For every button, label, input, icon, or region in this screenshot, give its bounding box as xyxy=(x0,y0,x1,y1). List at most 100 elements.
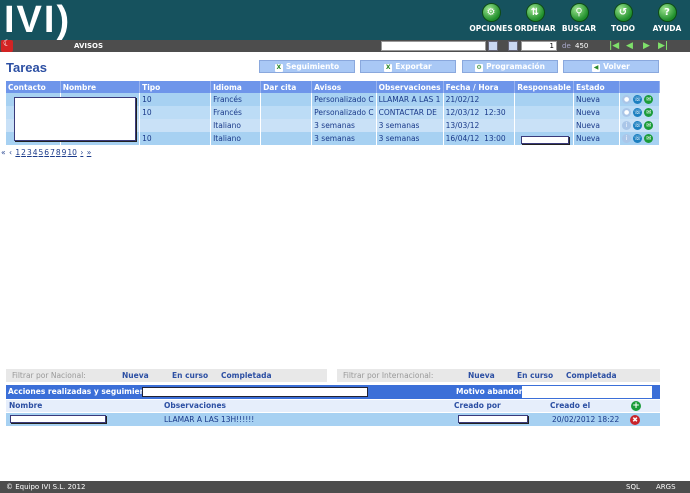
pager-page-8[interactable]: 8 xyxy=(56,148,61,157)
pager-last[interactable]: » xyxy=(87,148,92,157)
col-observaciones[interactable]: Observaciones xyxy=(376,81,444,93)
table-header-row: Contacto Nombre Tipo Idioma Dar cita Avi… xyxy=(6,81,660,93)
exportar-button[interactable]: X Exportar xyxy=(360,60,456,73)
cell-observaciones: 3 semanas xyxy=(376,132,444,145)
cell-actions: ● ☏ ✉ xyxy=(619,93,660,106)
first-page-icon[interactable]: |◀ xyxy=(609,41,621,51)
email-icon[interactable]: ✉ xyxy=(644,95,654,104)
nav-buscar-button[interactable]: ⚲ BUSCAR xyxy=(560,3,598,33)
filter-internacional-en-curso[interactable]: En curso xyxy=(517,369,553,382)
last-page-icon[interactable]: ▶| xyxy=(658,41,670,51)
pager-page-1[interactable]: 1 xyxy=(15,148,20,157)
next-page-icon[interactable]: ▶ xyxy=(643,41,655,51)
nav-opciones-button[interactable]: ⚙ OPCIONES xyxy=(469,3,513,33)
prev-page-icon[interactable]: ◀ xyxy=(626,41,638,51)
acciones-row[interactable]: LLAMAR A LAS 13H!!!!!! 20/02/2012 18:22 … xyxy=(6,413,660,426)
email-icon[interactable]: ✉ xyxy=(644,134,654,143)
info-icon[interactable]: ● xyxy=(622,108,632,117)
cell-observaciones: CONTACTAR DE xyxy=(376,106,444,119)
phone-icon[interactable]: ☏ xyxy=(633,108,643,117)
total-count: 450 xyxy=(575,42,589,50)
pager-page-6[interactable]: 6 xyxy=(44,148,49,157)
search-input[interactable] xyxy=(381,41,486,51)
cell-responsable xyxy=(514,93,574,106)
calendar-icon[interactable] xyxy=(508,41,518,51)
col-nombre[interactable]: Nombre xyxy=(60,81,141,93)
pager-page-5[interactable]: 5 xyxy=(39,148,44,157)
motivo-label: Motivo abandono xyxy=(456,387,530,396)
pager-page-10[interactable]: 10 xyxy=(67,148,77,157)
col-fecha-hora[interactable]: Fecha / Hora xyxy=(443,81,516,93)
cell-avisos: 3 semanas xyxy=(311,132,377,145)
programacion-button[interactable]: ⚙ Programación xyxy=(462,60,558,73)
filter-internacional: Filtrar por Internacional: Nueva En curs… xyxy=(337,369,660,382)
page-input[interactable]: 1 xyxy=(521,41,557,51)
filter-internacional-nueva[interactable]: Nueva xyxy=(468,369,495,382)
col-responsable[interactable]: Responsable xyxy=(514,81,574,93)
email-icon[interactable]: ✉ xyxy=(644,108,654,117)
cell-dar-cita xyxy=(260,132,313,145)
nav-ordenar-button[interactable]: ⇅ ORDENAR xyxy=(514,3,556,33)
cell-actions: i ☏ ✉ xyxy=(619,132,660,145)
filter-nacional-en-curso[interactable]: En curso xyxy=(172,369,208,382)
col-dar-cita[interactable]: Dar cita xyxy=(260,81,313,93)
col-avisos[interactable]: Avisos xyxy=(311,81,377,93)
pager-page-9[interactable]: 9 xyxy=(62,148,67,157)
col-contacto[interactable]: Contacto xyxy=(6,81,61,93)
pager-page-2[interactable]: 2 xyxy=(21,148,26,157)
cell-estado: Nueva xyxy=(573,106,621,119)
search-go-icon[interactable] xyxy=(488,41,498,51)
phone-icon[interactable]: ☏ xyxy=(633,95,643,104)
volver-button[interactable]: ◀ Volver xyxy=(563,60,659,73)
cell-estado: Nueva xyxy=(573,132,621,145)
phone-icon[interactable]: ☏ xyxy=(633,121,643,130)
pager-page-3[interactable]: 3 xyxy=(27,148,32,157)
pager-page-4[interactable]: 4 xyxy=(33,148,38,157)
add-icon[interactable]: + xyxy=(631,401,641,411)
motivo-field[interactable] xyxy=(522,386,652,398)
help-icon: ? xyxy=(657,3,677,22)
cell-idioma: Francés xyxy=(210,106,262,119)
phone-icon[interactable]: ☏ xyxy=(633,134,643,143)
col-estado[interactable]: Estado xyxy=(573,81,621,93)
info-icon[interactable]: ● xyxy=(622,95,632,104)
col-idioma[interactable]: Idioma xyxy=(210,81,262,93)
info-icon[interactable]: i xyxy=(622,134,632,143)
cell-tipo: 10 xyxy=(139,132,212,145)
flag-icon[interactable] xyxy=(1,39,13,52)
sort-icon: ⇅ xyxy=(525,3,545,22)
info-icon[interactable]: i xyxy=(622,121,632,130)
pager-first[interactable]: « xyxy=(1,148,6,157)
filter-nacional-nueva[interactable]: Nueva xyxy=(122,369,149,382)
seguimiento-button[interactable]: X Seguimiento xyxy=(259,60,355,73)
pager-prev[interactable]: ‹ xyxy=(9,148,12,157)
nav-todo-button[interactable]: ↺ TODO xyxy=(604,3,642,33)
col-tipo[interactable]: Tipo xyxy=(139,81,212,93)
all-icon: ↺ xyxy=(613,3,633,22)
filter-internacional-completada[interactable]: Completada xyxy=(566,369,617,382)
delete-icon[interactable]: ✖ xyxy=(630,415,640,425)
cell-fecha: 12/03/12 12:30 xyxy=(443,106,516,119)
filter-internacional-label: Filtrar por Internacional: xyxy=(343,371,434,380)
pager-page-7[interactable]: 7 xyxy=(50,148,55,157)
cell-idioma: Italiano xyxy=(210,119,262,132)
cell-actions: i ☏ ✉ xyxy=(619,119,660,132)
page-title: Tareas xyxy=(6,60,47,75)
footer-bar: © Equipo IVI S.L. 2012 SQL ARGS xyxy=(0,481,690,493)
cell-responsable xyxy=(514,106,574,119)
filter-nacional-completada[interactable]: Completada xyxy=(221,369,272,382)
pager-next[interactable]: › xyxy=(80,148,83,157)
ivi-logo: IVI) xyxy=(4,0,72,41)
cell-responsable xyxy=(514,119,574,132)
sql-link[interactable]: SQL xyxy=(626,481,640,493)
cell-observaciones: LLAMAR A LAS 1 xyxy=(376,93,444,106)
args-link[interactable]: ARGS xyxy=(656,481,676,493)
email-icon[interactable]: ✉ xyxy=(644,121,654,130)
acciones-field[interactable] xyxy=(142,387,368,397)
cell-tipo: 10 xyxy=(139,106,212,119)
acc-row-obs: LLAMAR A LAS 13H!!!!!! xyxy=(164,415,255,424)
acc-row-fecha: 20/02/2012 18:22 xyxy=(552,415,620,424)
header-bar: IVI) ⚙ OPCIONES ⇅ ORDENAR ⚲ BUSCAR ↺ TODO ? A… xyxy=(0,0,690,40)
col-actions xyxy=(619,81,660,93)
nav-ayuda-button[interactable]: ? AYUDA xyxy=(648,3,686,33)
